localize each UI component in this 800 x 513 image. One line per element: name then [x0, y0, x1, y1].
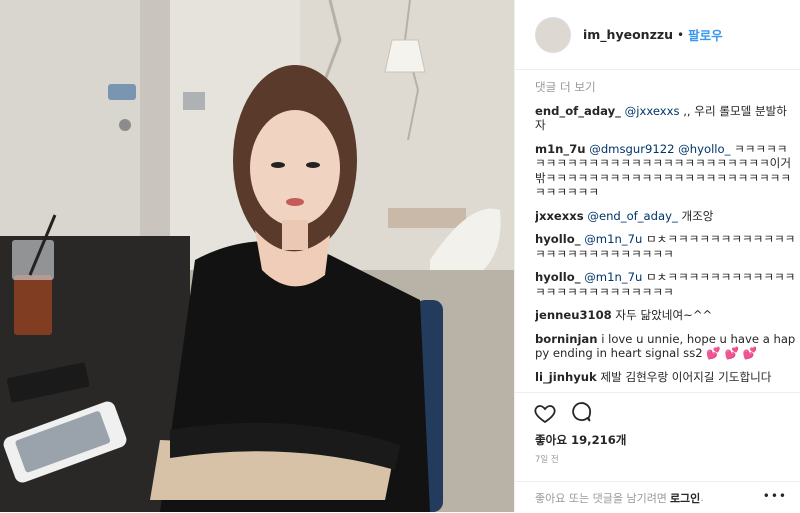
- avatar[interactable]: [535, 16, 571, 53]
- post-header: im_hyeonzzu • 팔로우: [515, 0, 800, 70]
- comment-item: jxxexxs @end_of_aday_ 개조앙: [535, 209, 797, 224]
- comment-mention[interactable]: @dmsgur9122 @hyollo_: [589, 142, 730, 156]
- comment-text: 개조앙: [681, 208, 714, 223]
- comment-username[interactable]: hyollo_: [535, 270, 581, 284]
- follow-button[interactable]: 팔로우: [688, 25, 723, 44]
- username-link[interactable]: im_hyeonzzu: [583, 27, 673, 42]
- comment-item: m1n_7u @dmsgur9122 @hyollo_ ㅋㅋㅋㅋㅋㅋㅋㅋㅋㅋㅋㅋ…: [535, 142, 797, 200]
- login-prompt-suffix: .: [700, 491, 704, 504]
- comment-item: hyollo_ @m1n_7u ㅁㅊㅋㅋㅋㅋㅋㅋㅋㅋㅋㅋㅋㅋㅋㅋㅋㅋㅋㅋㅋㅋㅋㅋ…: [535, 270, 797, 299]
- comment-username[interactable]: m1n_7u: [535, 142, 586, 156]
- login-prompt-text: 좋아요 또는 댓글을 남기려면: [535, 491, 667, 505]
- post-photo: [0, 0, 514, 512]
- login-prompt: 좋아요 또는 댓글을 남기려면 로그인 .: [515, 481, 800, 513]
- comment-item: li_jinhyuk 제발 김현우랑 이어지길 기도합니다: [535, 370, 797, 385]
- heart-emoji-icon: 💕 💕 💕: [706, 346, 758, 360]
- post-timestamp: 7일 전: [535, 455, 559, 465]
- comment-mention[interactable]: @m1n_7u: [584, 232, 642, 246]
- separator-dot: •: [677, 27, 685, 42]
- comment-username[interactable]: end_of_aday_: [535, 104, 621, 118]
- comment-text: 제발 김현우랑 이어지길 기도합니다: [600, 369, 772, 384]
- post-photo-illustration: [0, 0, 514, 512]
- more-options-icon[interactable]: •••: [763, 489, 787, 503]
- likes-count[interactable]: 좋아요 19,216개: [535, 432, 626, 448]
- comment-mention[interactable]: @m1n_7u: [584, 270, 642, 284]
- comment-container: end_of_aday_ @jxxexxs ,, 우리 롤모델 분발하자 m1n_…: [535, 104, 797, 393]
- comment-item: borninjan i love u unnie, hope u have a …: [535, 332, 797, 361]
- load-more-comments[interactable]: 댓글 더 보기: [535, 80, 797, 95]
- comment-item: hyollo_ @m1n_7u ㅁㅊㅋㅋㅋㅋㅋㅋㅋㅋㅋㅋㅋㅋㅋㅋㅋㅋㅋㅋㅋㅋㅋㅋ…: [535, 232, 797, 261]
- comments-list: 댓글 더 보기 end_of_aday_ @jxxexxs ,, 우리 롤모델 …: [535, 80, 797, 392]
- comment-username[interactable]: borninjan: [535, 332, 598, 346]
- comment-mention[interactable]: @jxxexxs: [625, 104, 680, 118]
- comment-text: 자두 닮았네여~^^: [615, 308, 713, 322]
- comment-username[interactable]: jxxexxs: [535, 209, 584, 223]
- comment-username[interactable]: jenneu3108: [535, 308, 612, 322]
- post-sidebar: im_hyeonzzu • 팔로우 댓글 더 보기 end_of_aday_ @…: [514, 0, 800, 512]
- action-bar: 좋아요 19,216개 7일 전 좋아요 또는 댓글을 남기려면 로그인 . •…: [515, 392, 800, 512]
- comment-item: end_of_aday_ @jxxexxs ,, 우리 롤모델 분발하자: [535, 104, 797, 133]
- comment-username[interactable]: hyollo_: [535, 232, 581, 246]
- comment-item: jenneu3108 자두 닮았네여~^^: [535, 308, 797, 323]
- heart-outline-icon[interactable]: [533, 401, 557, 425]
- comment-mention[interactable]: @end_of_aday_: [587, 209, 677, 223]
- comment-bubble-icon[interactable]: [569, 401, 593, 425]
- login-link[interactable]: 로그인: [670, 490, 700, 506]
- comment-username[interactable]: li_jinhyuk: [535, 370, 597, 384]
- instagram-post: im_hyeonzzu • 팔로우 댓글 더 보기 end_of_aday_ @…: [0, 0, 800, 512]
